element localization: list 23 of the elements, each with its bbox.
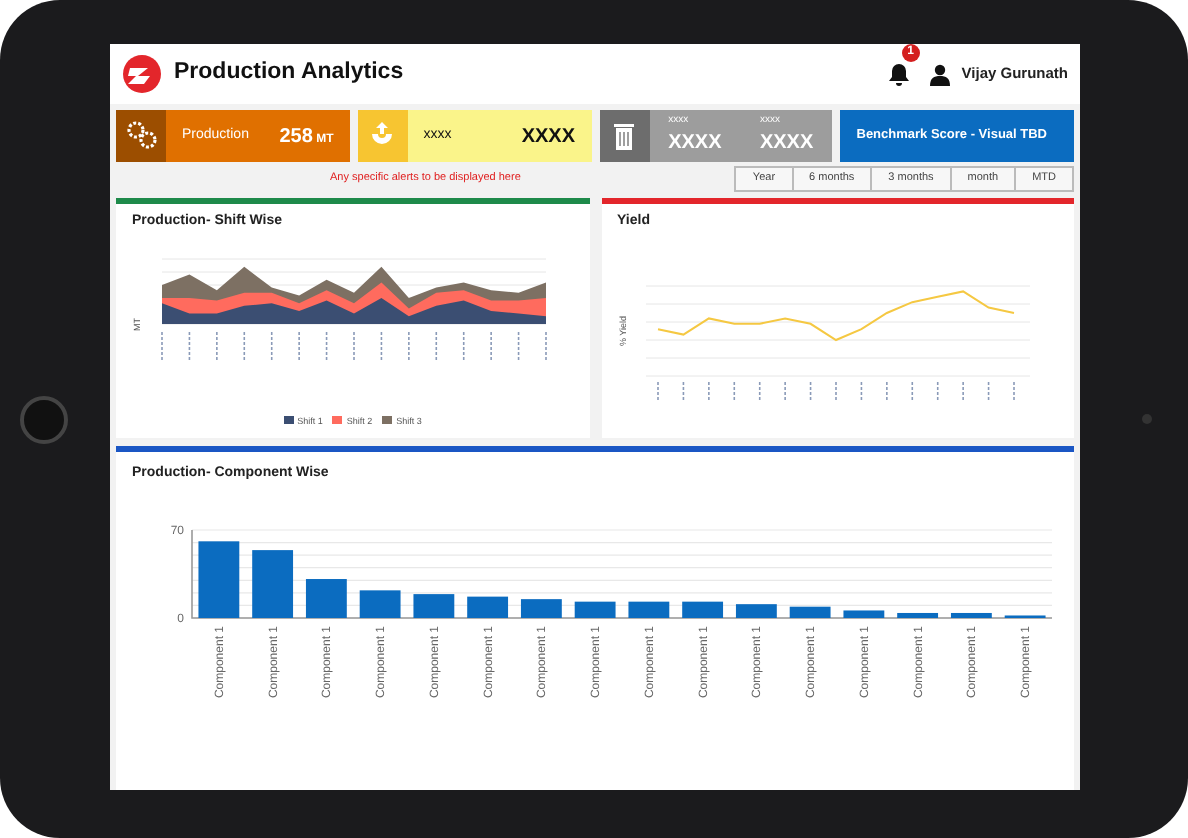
- bar: [735, 603, 777, 617]
- bar: [467, 595, 509, 617]
- bar: [574, 600, 616, 617]
- bar: [413, 593, 455, 617]
- bar: [950, 611, 992, 617]
- bar: [359, 589, 401, 617]
- logo-icon: [122, 54, 162, 94]
- bar: [198, 540, 240, 617]
- user-icon: [929, 63, 950, 85]
- bar: [843, 609, 885, 617]
- bar: [305, 578, 347, 617]
- bar: [897, 611, 939, 617]
- gears-icon: [123, 118, 159, 154]
- app-title: Production Analytics: [174, 58, 404, 89]
- kpi-value: XXXX: [521, 123, 575, 151]
- bar: [628, 600, 670, 617]
- bar: [252, 549, 294, 617]
- kpi-value: XXXX: [759, 130, 814, 159]
- bar: [520, 598, 562, 617]
- bar: [682, 600, 724, 617]
- camera-dot: [1142, 414, 1152, 424]
- kpi-value: XXXX: [668, 130, 722, 159]
- notification-bell-icon[interactable]: [887, 61, 910, 86]
